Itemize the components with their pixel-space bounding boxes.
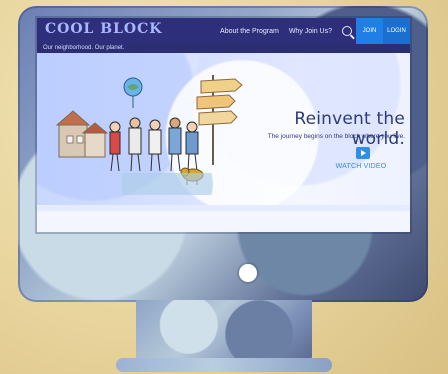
tagline-bar: Our neighborhood. Our planet. xyxy=(37,44,410,53)
tagline: Our neighborhood. Our planet. xyxy=(43,45,125,51)
camera-dot xyxy=(239,264,257,282)
join-button[interactable]: JOIN xyxy=(356,18,383,44)
site-logo[interactable]: COOL BLOCK xyxy=(45,21,162,37)
account-buttons: JOIN LOGIN xyxy=(356,18,410,44)
hero-title: Reinvent the world. xyxy=(294,109,405,149)
globe xyxy=(123,77,143,108)
watch-video-link[interactable]: WATCH VIDEO xyxy=(331,163,391,170)
below-hero-strip xyxy=(37,205,410,232)
search-icon[interactable] xyxy=(342,26,352,36)
hero-banner: Reinvent the world. The journey begins o… xyxy=(37,53,410,205)
website-screen: COOL BLOCK About the Program Why Join Us… xyxy=(37,18,410,232)
nav-item-why-join[interactable]: Why Join Us? xyxy=(289,28,332,35)
nav-item-about-program[interactable]: About the Program xyxy=(220,28,279,35)
primary-nav: About the Program Why Join Us? xyxy=(220,26,352,36)
login-button[interactable]: LOGIN xyxy=(383,18,410,44)
monitor-stand xyxy=(116,300,332,372)
ground-wash xyxy=(67,173,267,195)
top-navigation-bar: COOL BLOCK About the Program Why Join Us… xyxy=(37,18,410,44)
signpost xyxy=(196,75,243,165)
people xyxy=(109,117,199,172)
hero-subtitle: The journey begins on the block where yo… xyxy=(267,133,405,140)
houses-illustration xyxy=(55,110,109,158)
monitor: COOL BLOCK About the Program Why Join Us… xyxy=(18,6,428,302)
play-icon[interactable] xyxy=(356,147,370,159)
